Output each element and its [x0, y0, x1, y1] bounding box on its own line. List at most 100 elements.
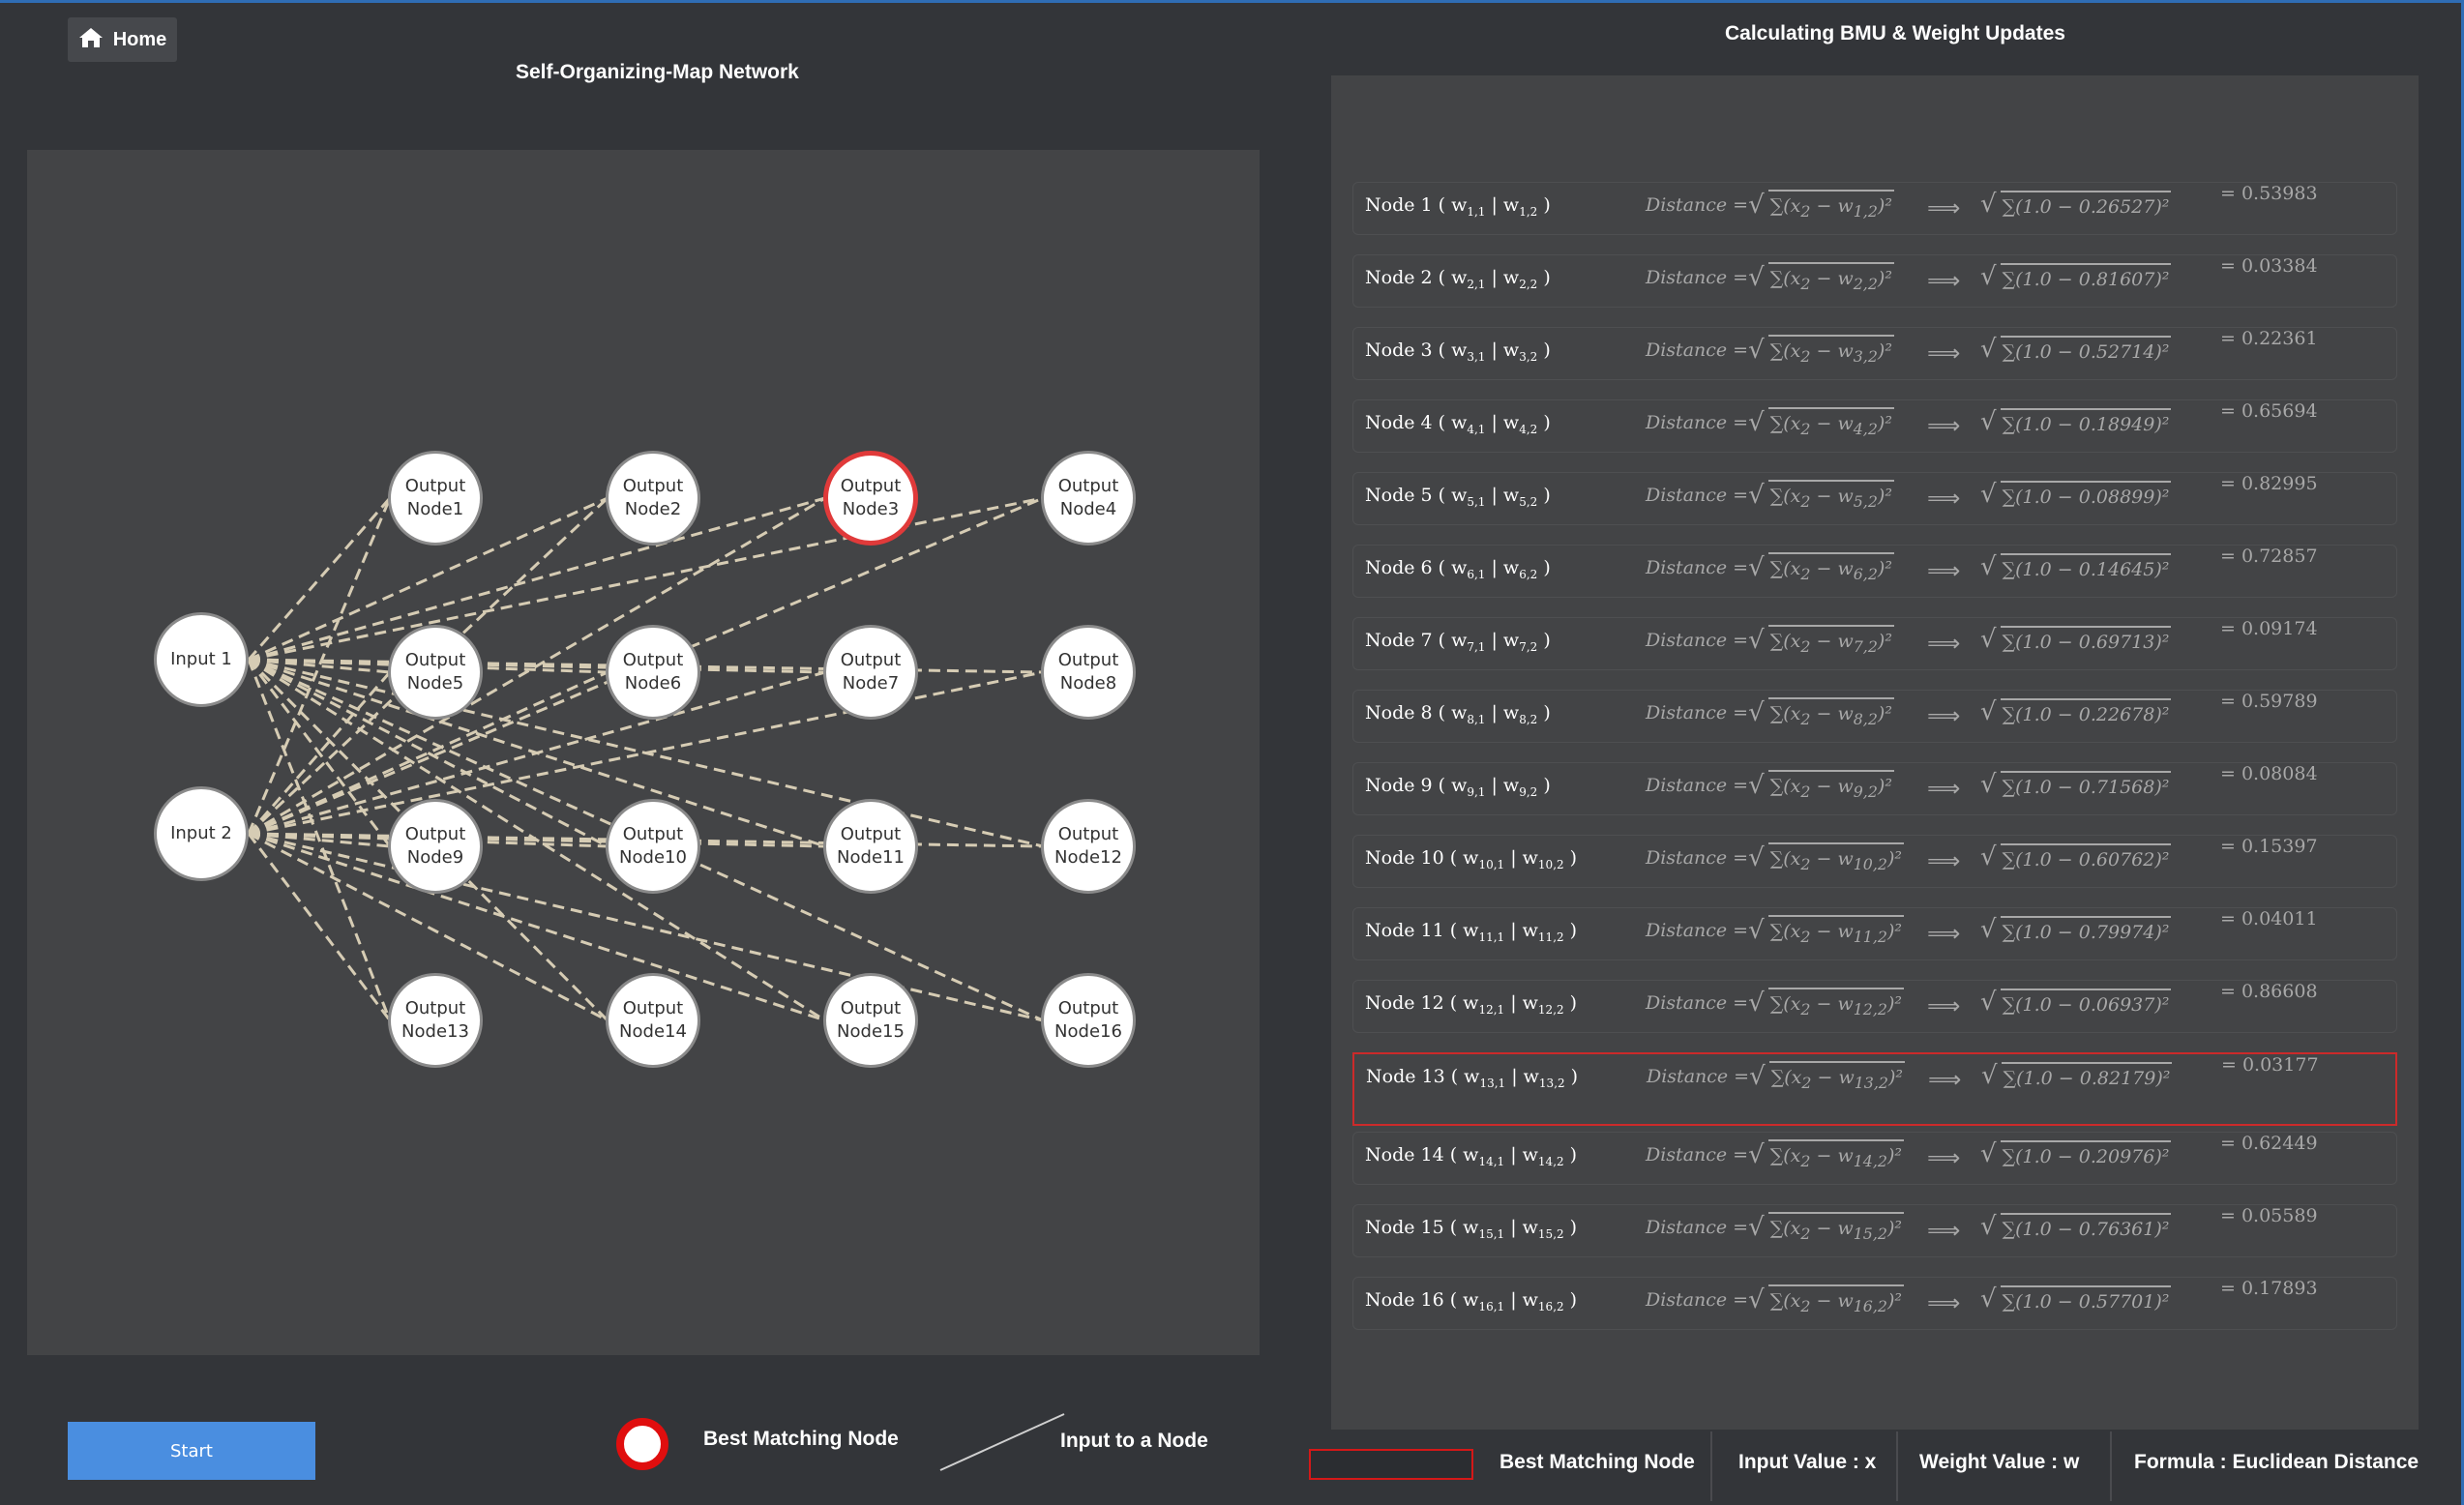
output-node-13-label: Output Node13	[401, 998, 469, 1042]
calc-row-node-14[interactable]: Node 14 ( w14,1 | w14,2 ) Distance = √ ∑(x…	[1352, 1132, 2397, 1185]
output-node-10[interactable]: Output Node10	[606, 799, 700, 894]
implies-arrow-icon: ⟹	[1927, 194, 1961, 221]
output-node-11-label: Output Node11	[837, 824, 905, 868]
output-node-9[interactable]: Output Node9	[388, 799, 483, 894]
output-node-1[interactable]: Output Node1	[388, 451, 483, 546]
distance-result: = 0.03177	[2221, 1054, 2319, 1076]
sqrt-sign: √	[1980, 915, 1997, 944]
distance-substitution: √ ∑(1.0 − 0.57701)²	[1980, 1284, 2172, 1313]
input-node-1[interactable]: Input 1	[154, 612, 249, 707]
edge-input2-node3	[248, 496, 826, 836]
implies-arrow-icon: ⟹	[1927, 267, 1961, 294]
calc-row-node-7[interactable]: Node 7 ( w7,1 | w7,2 ) Distance = √ ∑(x2 −…	[1352, 617, 2397, 670]
sqrt-sign: √	[1980, 697, 1997, 726]
edge-input1-node3	[248, 496, 826, 662]
distance-formula: Distance = √ ∑(x2 − w4,2)²	[1646, 407, 1894, 438]
implies-arrow-icon: ⟹	[1927, 775, 1961, 802]
output-node-12-label: Output Node12	[1054, 824, 1122, 868]
output-node-6[interactable]: Output Node6	[606, 625, 700, 720]
output-node-3[interactable]: Output Node3	[823, 451, 918, 546]
output-node-8-label: Output Node8	[1057, 650, 1119, 693]
calc-row-node-3[interactable]: Node 3 ( w3,1 | w3,2 ) Distance = √ ∑(x2 −…	[1352, 327, 2397, 380]
implies-arrow-icon: ⟹	[1927, 992, 1961, 1019]
calc-row-node-10[interactable]: Node 10 ( w10,1 | w10,2 ) Distance = √ ∑(x…	[1352, 835, 2397, 888]
input-node-2[interactable]: Input 2	[154, 786, 249, 881]
output-node-16[interactable]: Output Node16	[1041, 973, 1136, 1068]
distance-formula: Distance = √ ∑(x2 − w1,2)²	[1646, 190, 1894, 221]
edge-input1-node15	[248, 658, 826, 1022]
calc-row-label: Node 15 ( w15,1 | w15,2 )	[1365, 1217, 1578, 1241]
sqrt-body: ∑(x2 − w15,2)²	[1767, 1212, 1905, 1243]
home-button[interactable]: Home	[68, 17, 177, 62]
output-node-13[interactable]: Output Node13	[388, 973, 483, 1068]
legend-formula: Formula : Euclidean Distance	[2134, 1451, 2419, 1473]
sqrt-sign: √	[1980, 842, 1997, 871]
calc-row-label: Node 7 ( w7,1 | w7,2 )	[1365, 630, 1551, 654]
output-node-5[interactable]: Output Node5	[388, 625, 483, 720]
sqrt-sign: √	[1748, 1139, 1765, 1169]
calc-row-node-6[interactable]: Node 6 ( w6,1 | w6,2 ) Distance = √ ∑(x2 −…	[1352, 545, 2397, 598]
calc-row-node-16[interactable]: Node 16 ( w16,1 | w16,2 ) Distance = √ ∑(x…	[1352, 1277, 2397, 1330]
output-node-2-label: Output Node2	[622, 476, 684, 519]
sqrt-sign: √	[1980, 625, 1997, 654]
implies-arrow-icon: ⟹	[1927, 1289, 1961, 1316]
output-node-2[interactable]: Output Node2	[606, 451, 700, 546]
calc-row-node-13[interactable]: Node 13 ( w13,1 | w13,2 ) Distance = √ ∑(x…	[1352, 1052, 2397, 1126]
calc-row-node-4[interactable]: Node 4 ( w4,1 | w4,2 ) Distance = √ ∑(x2 −…	[1352, 399, 2397, 453]
implies-arrow-icon: ⟹	[1927, 847, 1961, 874]
distance-result: = 0.15397	[2220, 836, 2318, 857]
legend-input-line-label: Input to a Node	[1060, 1430, 1208, 1452]
calc-row-label: Node 10 ( w10,1 | w10,2 )	[1365, 847, 1578, 871]
sqrt-sign: √	[1748, 770, 1765, 800]
implies-arrow-icon: ⟹	[1927, 412, 1961, 439]
distance-result: = 0.62449	[2220, 1133, 2318, 1154]
output-node-14[interactable]: Output Node14	[606, 973, 700, 1068]
distance-formula: Distance = √ ∑(x2 − w14,2)²	[1646, 1139, 1905, 1170]
calc-row-label: Node 1 ( w1,1 | w1,2 )	[1365, 194, 1551, 219]
calc-row-label: Node 9 ( w9,1 | w9,2 )	[1365, 775, 1551, 799]
sqrt-body: ∑(1.0 − 0.60762)²	[2000, 843, 2172, 871]
start-button[interactable]: Start	[68, 1422, 315, 1480]
calc-row-node-12[interactable]: Node 12 ( w12,1 | w12,2 ) Distance = √ ∑(x…	[1352, 980, 2397, 1033]
output-node-15-label: Output Node15	[837, 998, 905, 1042]
distance-result: = 0.59789	[2220, 691, 2318, 712]
legend-input-value: Input Value : x	[1738, 1451, 1877, 1473]
output-node-7-label: Output Node7	[840, 650, 902, 693]
sqrt-body: ∑(1.0 − 0.26527)²	[2000, 191, 2172, 218]
sqrt-body: ∑(1.0 − 0.82179)²	[2001, 1062, 2173, 1089]
sqrt-sign: √	[1748, 1212, 1765, 1242]
implies-arrow-icon: ⟹	[1927, 1217, 1961, 1244]
calc-row-node-11[interactable]: Node 11 ( w11,1 | w11,2 ) Distance = √ ∑(x…	[1352, 907, 2397, 960]
calc-row-node-9[interactable]: Node 9 ( w9,1 | w9,2 ) Distance = √ ∑(x2 −…	[1352, 762, 2397, 815]
output-node-9-label: Output Node9	[404, 824, 466, 868]
sqrt-sign: √	[1980, 1284, 1997, 1313]
sqrt-body: ∑(x2 − w1,2)²	[1767, 190, 1894, 221]
sqrt-sign: √	[1980, 552, 1997, 581]
output-node-15[interactable]: Output Node15	[823, 973, 918, 1068]
output-node-11[interactable]: Output Node11	[823, 799, 918, 894]
calc-row-node-1[interactable]: Node 1 ( w1,1 | w1,2 ) Distance = √ ∑(x2 −…	[1352, 182, 2397, 235]
calc-row-node-5[interactable]: Node 5 ( w5,1 | w5,2 ) Distance = √ ∑(x2 −…	[1352, 472, 2397, 525]
implies-arrow-icon: ⟹	[1927, 485, 1961, 512]
sqrt-body: ∑(x2 − w7,2)²	[1767, 625, 1894, 656]
distance-formula: Distance = √ ∑(x2 − w7,2)²	[1646, 625, 1894, 656]
distance-result: = 0.22361	[2220, 328, 2318, 349]
calc-row-node-15[interactable]: Node 15 ( w15,1 | w15,2 ) Distance = √ ∑(x…	[1352, 1204, 2397, 1257]
output-node-4[interactable]: Output Node4	[1041, 451, 1136, 546]
distance-substitution: √ ∑(1.0 − 0.26527)²	[1980, 190, 2172, 219]
output-node-12[interactable]: Output Node12	[1041, 799, 1136, 894]
sqrt-sign: √	[1748, 625, 1765, 655]
calc-row-node-2[interactable]: Node 2 ( w2,1 | w2,2 ) Distance = √ ∑(x2 −…	[1352, 254, 2397, 308]
output-node-8[interactable]: Output Node8	[1041, 625, 1136, 720]
distance-formula: Distance = √ ∑(x2 − w11,2)²	[1646, 915, 1905, 946]
network-title: Self-Organizing-Map Network	[516, 61, 799, 83]
calc-row-node-8[interactable]: Node 8 ( w8,1 | w8,2 ) Distance = √ ∑(x2 −…	[1352, 690, 2397, 743]
sqrt-body: ∑(1.0 − 0.20976)²	[2000, 1140, 2172, 1167]
distance-formula: Distance = √ ∑(x2 − w10,2)²	[1646, 842, 1905, 873]
output-node-16-label: Output Node16	[1054, 998, 1122, 1042]
calc-row-label: Node 2 ( w2,1 | w2,2 )	[1365, 267, 1551, 291]
output-node-7[interactable]: Output Node7	[823, 625, 918, 720]
sqrt-body: ∑(1.0 − 0.81607)²	[2000, 263, 2172, 290]
sqrt-body: ∑(1.0 − 0.18949)²	[2000, 408, 2172, 435]
sqrt-body: ∑(1.0 − 0.57701)²	[2000, 1285, 2172, 1313]
